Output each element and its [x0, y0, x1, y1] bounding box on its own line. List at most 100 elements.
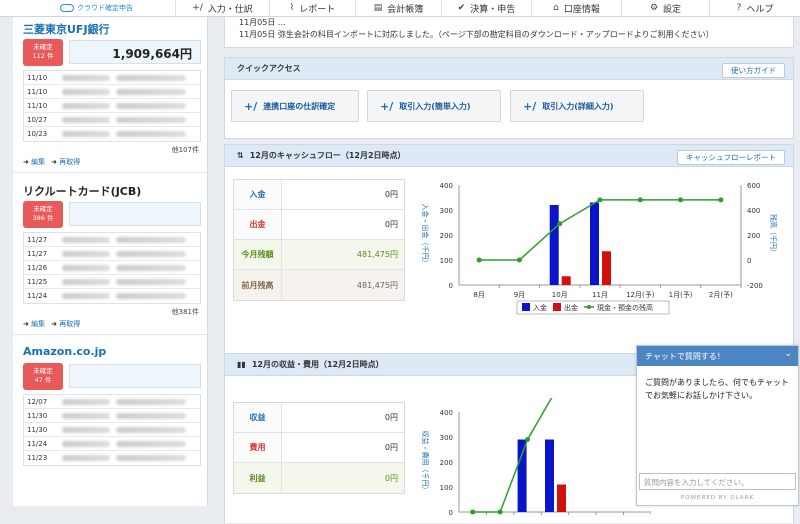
nav-account-info[interactable]: ⌂ 口座情報	[531, 0, 621, 17]
legend-label: 現金・預金の残高	[597, 303, 653, 312]
line-現金・預金の残高	[479, 199, 721, 261]
summary-label: 収益	[234, 403, 282, 432]
y-tick-label: 300	[440, 207, 453, 215]
transaction-row: 10/27	[24, 113, 200, 127]
nav-settings[interactable]: ⚙ 設定	[621, 0, 709, 17]
nav-input-journal[interactable]: +/ 入力・仕訳	[175, 0, 269, 17]
chevron-down-icon[interactable]: ⌄	[784, 349, 792, 359]
tx-amount-blurred	[62, 264, 110, 271]
unconfirmed-badge[interactable]: 未確定 386 件	[23, 200, 63, 228]
summary-label: 今月残額	[234, 240, 282, 269]
unconfirmed-badge[interactable]: 未確定 112 件	[23, 38, 63, 66]
tx-desc-blurred	[116, 398, 186, 405]
chat-header[interactable]: チャットで質問する！	[637, 346, 798, 366]
nav-label: 口座情報	[563, 4, 600, 15]
tx-date: 11/23	[27, 454, 48, 462]
arrow-icon: ➜	[51, 158, 57, 166]
tx-amount-blurred	[62, 102, 110, 109]
tx-desc-blurred	[116, 102, 186, 109]
refetch-link[interactable]: ➜ 再取得	[51, 157, 80, 168]
more-count: 他107件	[171, 146, 199, 154]
news-item: 11月05日 弥生会計の科目インポートに対応しました。（ページ下部の勘定科目のダ…	[239, 30, 714, 39]
nav-ledger[interactable]: ▤ 会計帳簿	[355, 0, 441, 17]
legend-swatch-dot	[587, 305, 591, 309]
guide-button[interactable]: 使い方ガイド	[722, 63, 785, 78]
summary-label: 費用	[234, 433, 282, 462]
tx-date: 11/26	[27, 263, 48, 272]
news-item: 11月05日 ...	[239, 18, 286, 27]
legend-label: 入金	[533, 303, 547, 312]
y2-axis-label: 残高（千円）	[769, 214, 778, 256]
y2-tick-label: 0	[747, 257, 751, 265]
y-tick-label: 300	[440, 434, 453, 442]
tx-desc-blurred	[116, 426, 186, 433]
line-point	[470, 509, 476, 515]
line-point	[678, 197, 684, 203]
tx-amount-blurred	[62, 74, 110, 81]
bar-収益	[517, 439, 527, 512]
tx-desc-blurred	[116, 250, 186, 257]
brand-logo[interactable]: クラウド確定申告	[0, 0, 175, 17]
y-tick-label: 0	[449, 282, 453, 290]
transaction-list: 12/07 11/30 11/30 11/24 11/23	[23, 394, 201, 466]
confirm-linked-journal-button[interactable]: +/ 連携口座の仕訳確定	[231, 90, 359, 122]
ledger-icon: ▤	[373, 3, 383, 13]
legend-swatch	[522, 303, 530, 311]
button-label: 取引入力(詳細入力)	[542, 101, 614, 111]
summary-row: 前月残高 481,475円	[234, 270, 404, 300]
summary-label: 利益	[234, 463, 282, 493]
tx-desc-blurred	[116, 74, 186, 81]
tx-amount-blurred	[62, 412, 110, 419]
account-name[interactable]: リクルートカード(JCB)	[13, 179, 207, 199]
x-tick-label: 10月	[552, 291, 568, 299]
tx-date: 10/23	[27, 130, 48, 138]
account-name[interactable]: Amazon.co.jp	[13, 341, 207, 361]
chat-input[interactable]: 質問内容を入力してください。	[639, 473, 796, 490]
summary-row: 入金 0円	[234, 180, 404, 210]
tx-desc-blurred	[116, 116, 186, 123]
transaction-row: 11/26	[24, 261, 200, 275]
nav-report[interactable]: ⌇ レポート	[269, 0, 355, 17]
badge-count: 47 件	[34, 375, 52, 384]
nav-settlement[interactable]: ✔ 決算・申告	[441, 0, 531, 17]
summary-value: 0円	[384, 190, 398, 199]
tx-date: 11/27	[27, 249, 48, 258]
unconfirmed-badge[interactable]: 未確定 47 件	[23, 362, 63, 390]
tx-desc-blurred	[116, 88, 186, 95]
panel-header: クイックアクセス	[225, 58, 793, 80]
panel-title: 12月の収益・費用（12月2日時点）	[251, 360, 384, 369]
income-summary: 収益 0円 費用 0円 利益 0円	[233, 402, 405, 494]
x-tick-label: 8月	[473, 291, 484, 299]
panel-title: 12月のキャッシュフロー（12月2日時点）	[249, 151, 406, 160]
bar-出金	[602, 251, 611, 285]
x-tick-label: 2月(予)	[709, 291, 733, 299]
line-point	[476, 257, 482, 263]
detailed-entry-button[interactable]: +/ 取引入力(詳細入力)	[510, 90, 644, 122]
help-icon: ?	[736, 3, 742, 13]
plus-minus-icon: +/	[380, 99, 394, 113]
nav-help[interactable]: ? ヘルプ	[709, 0, 800, 17]
line-point	[718, 197, 724, 203]
tx-amount-blurred	[62, 131, 110, 137]
y-tick-label: 400	[440, 182, 453, 190]
nav-label: レポート	[299, 4, 336, 15]
cashflow-report-button[interactable]: キャッシュフローレポート	[677, 150, 785, 165]
account-name[interactable]: 三菱東京UFJ銀行	[13, 17, 207, 37]
button-label: 取引入力(簡単入力)	[399, 101, 471, 111]
simple-entry-button[interactable]: +/ 取引入力(簡単入力)	[367, 90, 501, 122]
edit-link[interactable]: ➜ 編集	[23, 157, 45, 168]
tx-desc-blurred	[116, 264, 186, 271]
refetch-link[interactable]: ➜ 再取得	[51, 319, 80, 330]
tx-date: 11/10	[27, 73, 48, 82]
divider	[13, 334, 207, 335]
refetch-label: 再取得	[59, 158, 81, 166]
edit-label: 編集	[31, 320, 46, 328]
chat-message: ご質問がありましたら、何でもチャットでお気軽にお話しかけ下さい。	[645, 378, 789, 400]
summary-row: 収益 0円	[234, 403, 404, 433]
brand-label: クラウド確定申告	[77, 4, 133, 12]
edit-link[interactable]: ➜ 編集	[23, 319, 45, 330]
line-利益	[472, 398, 553, 513]
cashflow-icon: ⇅	[237, 151, 244, 160]
transaction-row: 11/30	[24, 423, 200, 437]
home-icon: ⌂	[553, 3, 559, 13]
